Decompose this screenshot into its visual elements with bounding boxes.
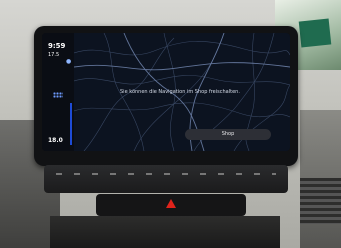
climate-temperature[interactable]: 18.0 <box>48 137 63 144</box>
rear-defrost-button[interactable] <box>112 203 122 209</box>
outside-temperature: 17.5 <box>48 52 60 58</box>
green-sign <box>298 18 332 48</box>
drive-mode-button[interactable] <box>222 203 232 209</box>
climate-slider-markers <box>56 173 276 175</box>
apps-grid-icon[interactable] <box>53 92 63 98</box>
shop-button[interactable]: Shop <box>185 129 271 140</box>
climate-control-strip[interactable] <box>44 165 288 193</box>
hazard-warning-icon[interactable] <box>166 199 176 208</box>
navigation-message: Sie können die Navigation im Shop freisc… <box>120 89 240 95</box>
front-defrost-button[interactable] <box>138 203 148 209</box>
dashboard-lower-panel <box>50 216 280 248</box>
accent-bar <box>70 103 72 145</box>
clock: 9:59 <box>48 42 66 50</box>
status-sidebar: 9:59 17.5 ● 18.0 <box>42 33 74 151</box>
parking-assist-button[interactable] <box>196 203 206 209</box>
air-vent <box>300 178 341 224</box>
infotainment-screen[interactable]: 9:59 17.5 ● 18.0 Sie können die Navigati… <box>42 33 290 151</box>
profile-icon[interactable]: ● <box>66 59 72 65</box>
photo-scene: 9:59 17.5 ● 18.0 Sie können die Navigati… <box>0 0 341 248</box>
